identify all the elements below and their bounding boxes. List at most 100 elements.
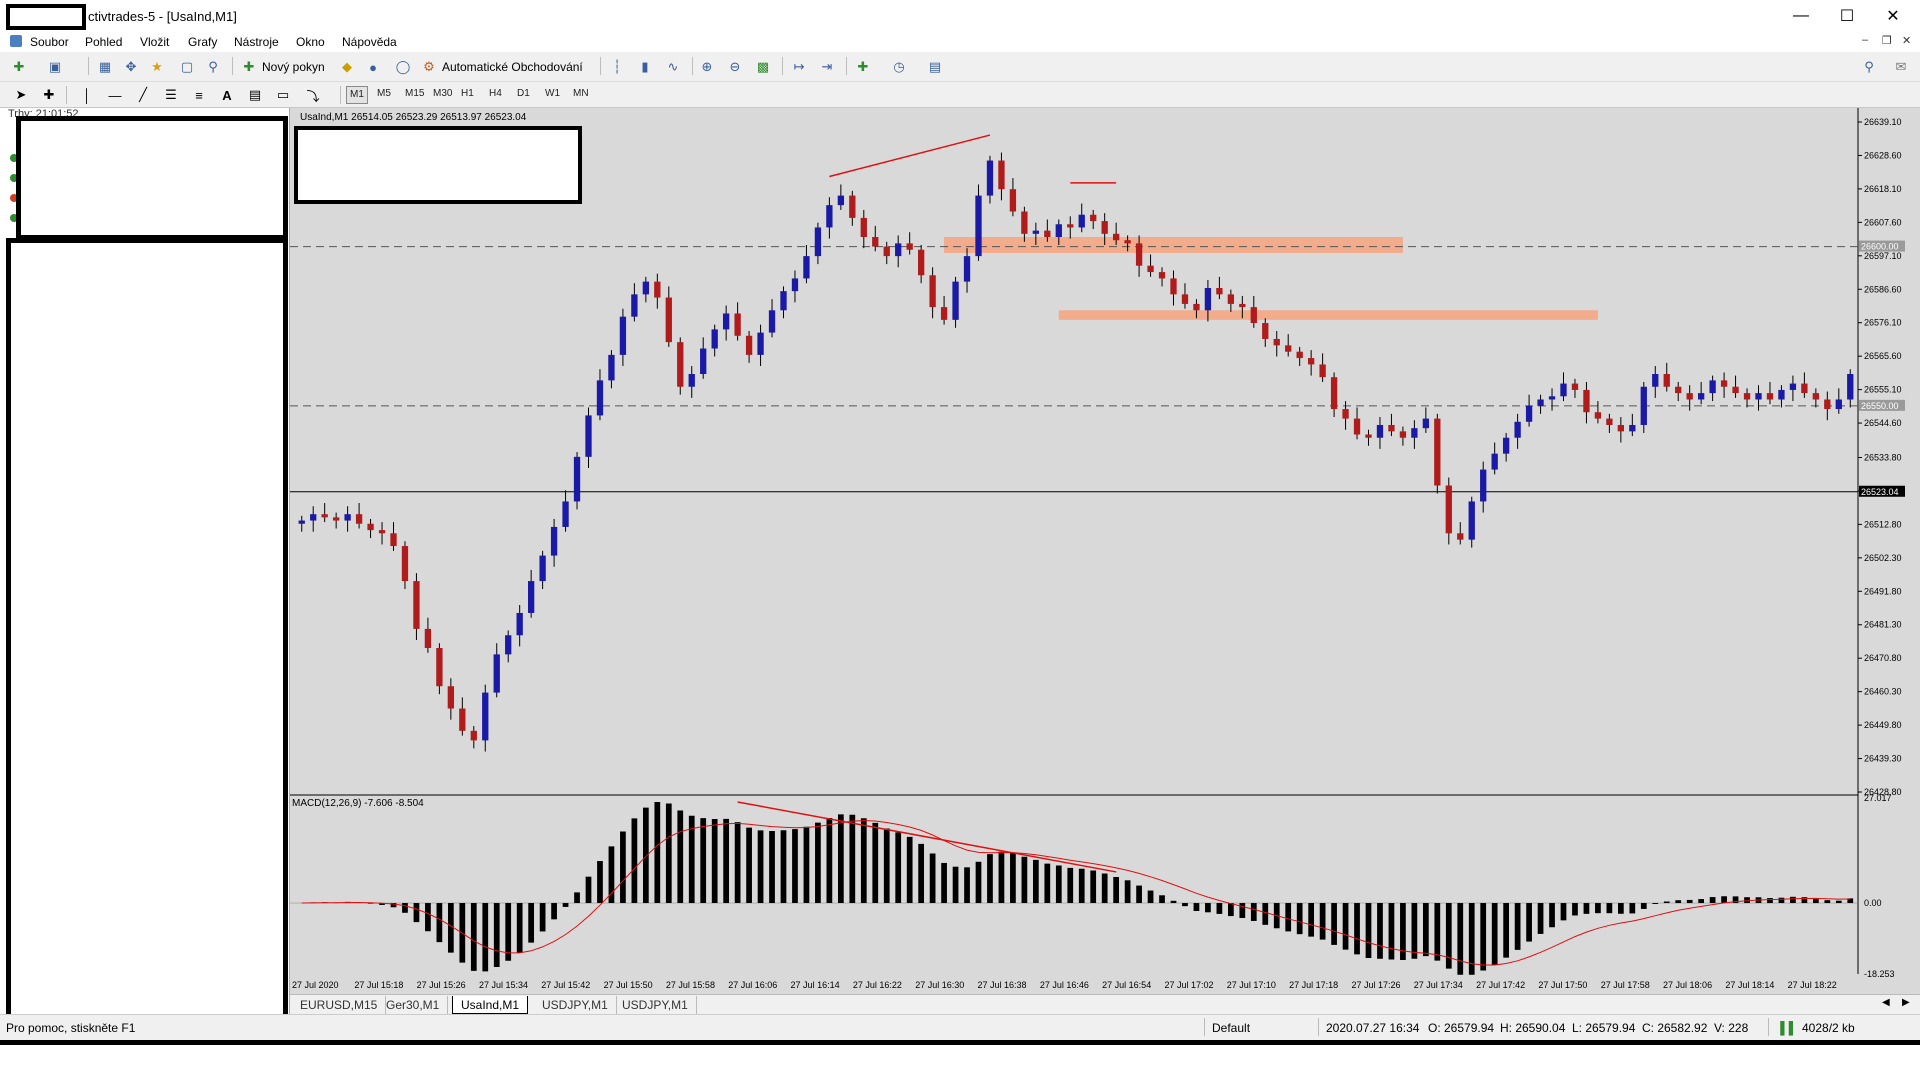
trendline-icon[interactable]: ╱	[132, 84, 154, 106]
community-icon[interactable]: ●	[362, 56, 384, 78]
bull-candle	[1468, 501, 1475, 540]
app-menu-icon[interactable]	[10, 35, 22, 47]
price-tick-label: 26470.80	[1864, 653, 1902, 663]
timeframe-m30[interactable]: M30	[430, 86, 455, 104]
child-restore-icon[interactable]: ❐	[1882, 34, 1892, 47]
tab-eurusd-m15[interactable]: EURUSD,M15	[292, 996, 387, 1014]
chart-shift-icon[interactable]: ↦	[788, 56, 810, 78]
profiles-icon[interactable]: ▣	[44, 56, 66, 78]
timeframe-h4[interactable]: H4	[486, 86, 505, 104]
candlestick-icon[interactable]: ▮	[634, 56, 656, 78]
toolbar-separator	[600, 57, 601, 75]
bear-candle	[390, 533, 397, 547]
auto-scroll-icon[interactable]: ⇥	[816, 56, 838, 78]
menu-grafy[interactable]: Grafy	[188, 35, 217, 49]
metatrader-window: ctivtrades-5 - [UsaInd,M1] — ☐ ✕ Soubor …	[0, 0, 1920, 1080]
chat-icon[interactable]: ✉	[1890, 56, 1912, 78]
maximize-icon[interactable]: ☐	[1824, 0, 1870, 32]
price-tick-label: 26618.10	[1864, 184, 1902, 194]
new-order-icon[interactable]: ✚	[238, 56, 260, 78]
market-watch-icon[interactable]: ▦	[94, 56, 116, 78]
menu-vlozit[interactable]: Vložit	[140, 35, 169, 49]
channel-icon[interactable]: ☰	[160, 84, 182, 106]
time-tick-label: 27 Jul 18:22	[1788, 980, 1837, 990]
arrows-icon[interactable]: ⤵	[302, 84, 324, 106]
zoom-out-icon[interactable]: ⊖	[724, 56, 746, 78]
text-label-icon[interactable]: ▤	[244, 84, 266, 106]
metaeditor-icon[interactable]: ◆	[336, 56, 358, 78]
bear-candle	[1594, 412, 1602, 419]
crosshair-icon[interactable]: ✚	[38, 84, 60, 106]
macd-info-label: MACD(12,26,9) -7.606 -8.504	[292, 798, 424, 809]
bar-chart-icon[interactable]: ┆	[606, 56, 628, 78]
bull-candle	[711, 329, 718, 349]
toolbar-separator	[782, 57, 783, 75]
bull-candle	[1078, 214, 1085, 228]
tab-scroll-left-icon[interactable]: ◀	[1882, 997, 1890, 1008]
fibonacci-icon[interactable]: ≡	[188, 84, 210, 106]
redacted-navigator	[6, 238, 288, 1080]
time-tick-label: 27 Jul 17:42	[1476, 980, 1525, 990]
bear-candle	[413, 581, 420, 629]
tab-usdjpy-m1-2[interactable]: USDJPY,M1	[614, 996, 697, 1014]
navigator-icon[interactable]: ✥	[120, 56, 142, 78]
bear-candle	[1720, 380, 1728, 387]
timeframe-h1[interactable]: H1	[458, 86, 477, 104]
data-window-icon[interactable]: ★	[146, 56, 168, 78]
tile-windows-icon[interactable]: ▩	[752, 56, 774, 78]
timeframe-m1[interactable]: M1	[346, 86, 368, 104]
minimize-icon[interactable]: —	[1778, 0, 1824, 32]
tab-usaind-m1[interactable]: UsaInd,M1	[452, 996, 529, 1014]
bear-candle	[1135, 243, 1143, 266]
line-chart-icon[interactable]: ∿	[662, 56, 684, 78]
support-resistance-zone	[1058, 310, 1598, 320]
search-icon[interactable]: ⚲	[1858, 56, 1880, 78]
bear-candle	[332, 517, 340, 521]
vertical-line-icon[interactable]: │	[76, 84, 98, 106]
child-minimize-icon[interactable]: –	[1862, 34, 1868, 46]
timeframe-m5[interactable]: M5	[374, 86, 394, 104]
signals-icon[interactable]: ◯	[392, 56, 414, 78]
menu-nastroje[interactable]: Nástroje	[234, 35, 279, 49]
close-icon[interactable]: ✕	[1870, 0, 1916, 32]
status-help: Pro pomoc, stiskněte F1	[6, 1021, 136, 1035]
cursor-icon[interactable]: ➤	[10, 84, 32, 106]
tab-scroll-right-icon[interactable]: ▶	[1902, 997, 1910, 1008]
rectangle-icon[interactable]: ▭	[272, 84, 294, 106]
bear-candle	[470, 730, 477, 741]
indicators-icon[interactable]: ✚	[852, 56, 874, 78]
chart-window[interactable]: 26639.10 26628.60 26618.10 26607.60 26597.10…	[290, 108, 1920, 994]
timeframe-mn[interactable]: MN	[570, 86, 592, 104]
timeframe-d1[interactable]: D1	[514, 86, 533, 104]
time-tick-label: 27 Jul 16:38	[978, 980, 1027, 990]
bear-candle	[1227, 294, 1235, 304]
bear-candle	[872, 237, 879, 247]
menu-pohled[interactable]: Pohled	[85, 35, 122, 49]
new-order-button[interactable]: Nový pokyn	[262, 60, 325, 74]
timeframe-w1[interactable]: W1	[542, 86, 563, 104]
menu-soubor[interactable]: Soubor	[30, 35, 69, 49]
periods-icon[interactable]: ◷	[888, 56, 910, 78]
menu-okno[interactable]: Okno	[296, 35, 325, 49]
bull-candle	[527, 581, 535, 613]
templates-icon[interactable]: ▤	[924, 56, 946, 78]
terminal-icon[interactable]: ▢	[176, 56, 198, 78]
tab-ger30-m1[interactable]: Ger30,M1	[378, 996, 449, 1014]
child-close-icon[interactable]: ✕	[1902, 34, 1911, 47]
new-chart-icon[interactable]: ✚	[8, 56, 30, 78]
bear-candle	[1571, 383, 1579, 390]
price-chart[interactable]: 26639.10 26628.60 26618.10 26607.60 26597.10…	[290, 108, 1920, 994]
text-icon[interactable]: A	[216, 84, 238, 106]
tab-usdjpy-m1[interactable]: USDJPY,M1	[534, 996, 617, 1014]
bull-candle	[1055, 224, 1062, 238]
status-separator	[1318, 1018, 1319, 1036]
strategy-tester-icon[interactable]: ⚲	[202, 56, 224, 78]
menu-napoveda[interactable]: Nápověda	[342, 35, 397, 49]
auto-trading-button[interactable]: Automatické Obchodování	[442, 60, 583, 74]
price-tick-label: 26449.80	[1864, 720, 1902, 730]
zoom-in-icon[interactable]: ⊕	[696, 56, 718, 78]
timeframe-m15[interactable]: M15	[402, 86, 427, 104]
horizontal-line-icon[interactable]: —	[104, 84, 126, 106]
chart-tabs: EURUSD,M15 Ger30,M1 UsaInd,M1 USDJPY,M1 …	[290, 994, 1920, 1014]
auto-trading-icon[interactable]: ⚙	[418, 56, 440, 78]
